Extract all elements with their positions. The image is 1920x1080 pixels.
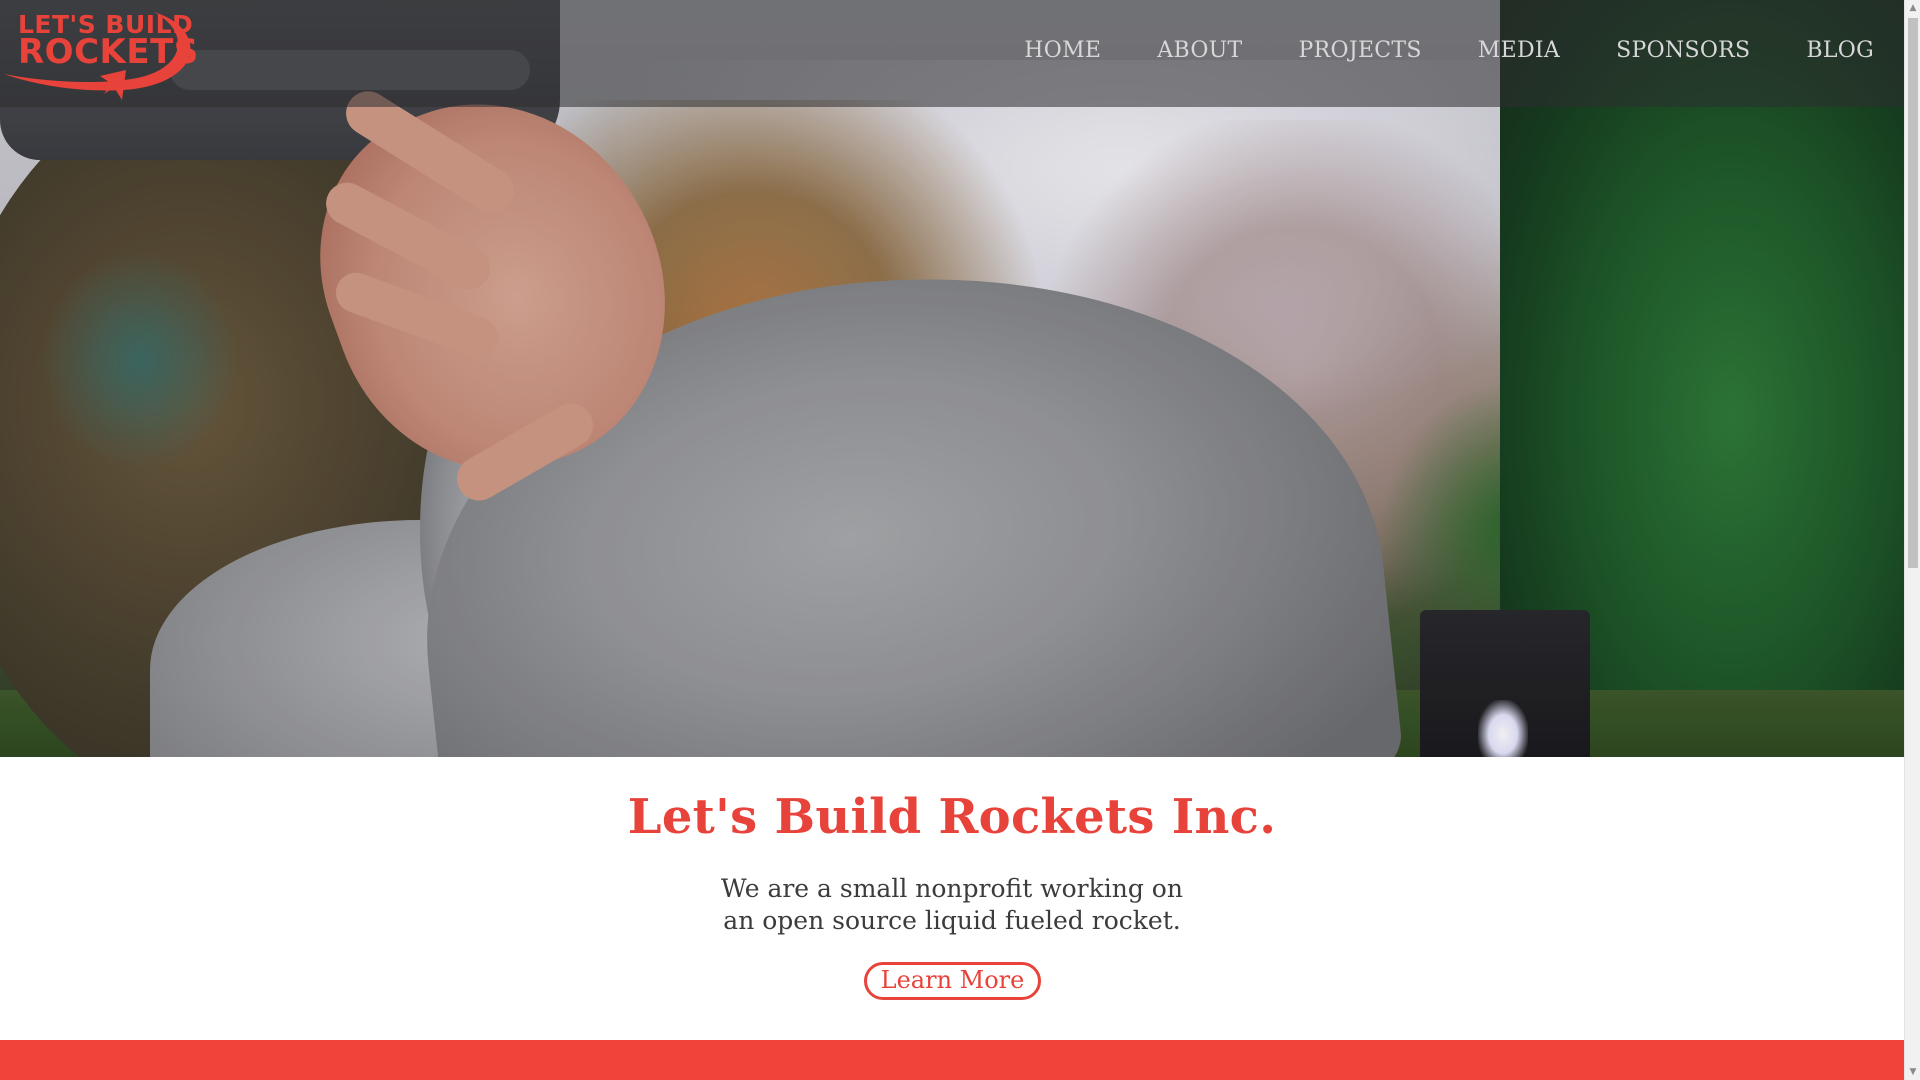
hero-overlay bbox=[0, 0, 1904, 757]
arrow-down-icon[interactable]: ▼ bbox=[1905, 1064, 1920, 1080]
page-scrollbar[interactable]: ▲ ▼ bbox=[1904, 0, 1920, 1080]
nav-blog[interactable]: BLOG bbox=[1778, 38, 1874, 70]
learn-more-button[interactable]: Learn More bbox=[864, 962, 1041, 1000]
nav-sponsors[interactable]: SPONSORS bbox=[1588, 38, 1778, 70]
scrollbar-thumb[interactable] bbox=[1908, 18, 1918, 568]
red-section-band bbox=[0, 1040, 1904, 1080]
intro-description: We are a small nonprofit working on an o… bbox=[0, 873, 1904, 937]
intro-description-line: We are a small nonprofit working on bbox=[721, 874, 1183, 903]
intro-section: Let's Build Rockets Inc. We are a small … bbox=[0, 757, 1904, 1040]
nav-home[interactable]: HOME bbox=[996, 38, 1129, 70]
navbar: LET'S BUILD ROCKETS HOME ABOUT PROJECTS … bbox=[0, 0, 1904, 107]
main-nav: HOME ABOUT PROJECTS MEDIA SPONSORS BLOG bbox=[996, 38, 1874, 70]
page-title: Let's Build Rockets Inc. bbox=[627, 789, 1277, 845]
logo-text-bottom: ROCKETS bbox=[18, 32, 199, 72]
arrow-up-icon[interactable]: ▲ bbox=[1905, 0, 1920, 16]
hero-image bbox=[0, 0, 1904, 757]
intro-description-line: an open source liquid fueled rocket. bbox=[723, 906, 1181, 935]
site-logo[interactable]: LET'S BUILD ROCKETS bbox=[4, 4, 204, 100]
page: LET'S BUILD ROCKETS HOME ABOUT PROJECTS … bbox=[0, 0, 1904, 1080]
nav-media[interactable]: MEDIA bbox=[1450, 38, 1588, 70]
nav-about[interactable]: ABOUT bbox=[1129, 38, 1270, 70]
nav-projects[interactable]: PROJECTS bbox=[1271, 38, 1450, 70]
